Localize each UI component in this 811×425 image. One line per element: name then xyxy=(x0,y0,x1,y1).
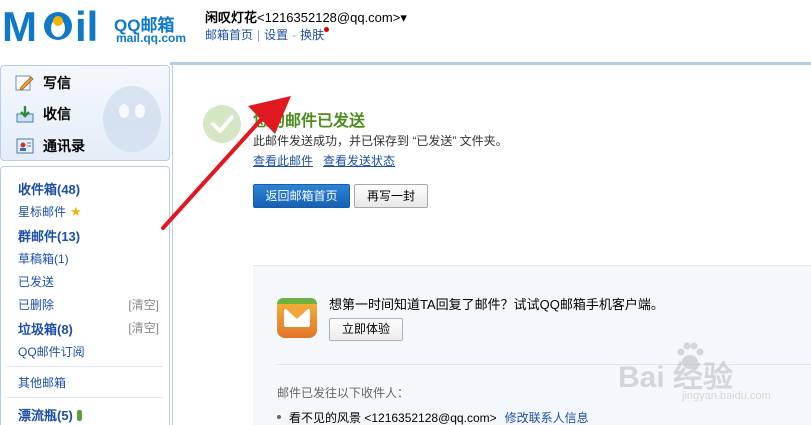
folder-spam[interactable]: 垃圾箱(8) xyxy=(18,319,73,338)
link-separator: | xyxy=(257,28,261,42)
folder-group[interactable]: 群邮件(13) xyxy=(18,226,80,245)
sent-links: 查看此邮件 查看发送状态 xyxy=(253,152,405,169)
write-mail-button[interactable]: 写信 xyxy=(15,72,71,94)
link-settings[interactable]: 设置 xyxy=(264,28,288,42)
spam-clear-button[interactable]: [清空] xyxy=(128,319,159,336)
recipient-address: 看不见的风景 <1216352128@qq.com> xyxy=(289,411,497,425)
link-separator: - xyxy=(292,28,297,42)
back-to-home-button[interactable]: 返回邮箱首页 xyxy=(253,184,350,208)
user-nickname: 闲叹灯花 xyxy=(205,10,258,25)
view-mail-link[interactable]: 查看此邮件 xyxy=(253,154,313,168)
folder-drafts[interactable]: 草稿箱(1) xyxy=(18,250,69,267)
inbox-download-icon xyxy=(15,105,35,123)
folder-drift-bottle[interactable]: 漂流瓶(5) xyxy=(18,405,82,424)
bottle-icon xyxy=(76,410,82,421)
mail-logo-icon: M il xyxy=(2,4,98,48)
qq-mail-logo[interactable]: M il QQ邮箱 mail.qq.com xyxy=(2,4,192,48)
qq-penguin-watermark-icon xyxy=(103,86,161,152)
folder-divider xyxy=(7,366,163,367)
link-mail-home[interactable]: 邮箱首页 xyxy=(205,28,253,42)
folder-sent[interactable]: 已发送 xyxy=(18,273,54,290)
receive-mail-label: 收信 xyxy=(43,106,71,122)
folder-deleted[interactable]: 已删除 xyxy=(18,296,54,313)
link-skin[interactable]: 换肤 xyxy=(300,28,324,42)
deleted-clear-button[interactable]: [清空] xyxy=(128,296,159,313)
try-now-button[interactable]: 立即体验 xyxy=(329,318,403,341)
address-book-icon xyxy=(15,137,35,155)
new-dot-icon xyxy=(324,27,330,32)
folder-list: 收件箱(48) 星标邮件 ★ 群邮件(13) 草稿箱(1) 已发送 已删除 [清空… xyxy=(0,166,170,425)
folder-inbox[interactable]: 收件箱(48) xyxy=(18,179,80,198)
write-mail-label: 写信 xyxy=(43,75,71,91)
logo-domain-text: mail.qq.com xyxy=(116,31,187,45)
account-dropdown-icon[interactable]: ▾ xyxy=(400,10,407,25)
recipient-row: 看不见的风景 <1216352128@qq.com> 修改联系人信息 xyxy=(277,409,589,425)
promo-text: 想第一时间知道TA回复了邮件？试试QQ邮箱手机客户端。 xyxy=(329,297,664,312)
folder-starred-label: 星标邮件 xyxy=(18,205,67,219)
star-icon: ★ xyxy=(70,204,82,219)
sent-title: 您的邮件已发送 xyxy=(253,113,366,130)
write-another-button[interactable]: 再写一封 xyxy=(354,184,428,208)
watermark-url: jingyan.baidu.com xyxy=(682,390,771,402)
compose-panel: 写信 收信 通讯录 xyxy=(0,65,170,161)
sent-description: 此邮件发送成功，并已保存到 “已发送” 文件夹。 xyxy=(253,134,508,148)
header: M il QQ邮箱 mail.qq.com 闲叹灯花<1216352128@qq… xyxy=(0,0,811,62)
baidu-watermark: Bai 经验 jingyan.baidu.com xyxy=(618,336,808,406)
user-account[interactable]: 闲叹灯花<1216352128@qq.com>▾ xyxy=(205,7,407,26)
header-links: 邮箱首页 | 设置 - 换肤 xyxy=(205,26,330,43)
success-check-icon xyxy=(203,105,241,143)
view-status-link[interactable]: 查看发送状态 xyxy=(323,154,395,168)
contacts-label: 通讯录 xyxy=(43,138,85,154)
folder-drift-bottle-label: 漂流瓶(5) xyxy=(18,408,73,423)
recipients-label: 邮件已发往以下收件人： xyxy=(277,386,410,400)
svg-text:il: il xyxy=(75,4,98,48)
left-sidebar: 写信 收信 通讯录 收件箱(48) 星标邮件 ★ 群邮件(13) 草稿箱(1) 已… xyxy=(0,62,170,425)
folder-other-mailboxes[interactable]: 其他邮箱 xyxy=(18,374,66,391)
receive-mail-button[interactable]: 收信 xyxy=(15,103,71,125)
folder-divider xyxy=(7,397,163,398)
pencil-icon xyxy=(15,74,35,92)
bullet-icon xyxy=(277,415,281,419)
user-email: <1216352128@qq.com> xyxy=(257,10,401,25)
folder-subscription[interactable]: QQ邮件订阅 xyxy=(18,343,85,360)
folder-starred[interactable]: 星标邮件 ★ xyxy=(18,203,82,220)
edit-contact-link[interactable]: 修改联系人信息 xyxy=(505,411,589,425)
mail-app-icon xyxy=(277,298,317,338)
contacts-button[interactable]: 通讯录 xyxy=(15,135,85,157)
svg-text:M: M xyxy=(2,4,37,48)
